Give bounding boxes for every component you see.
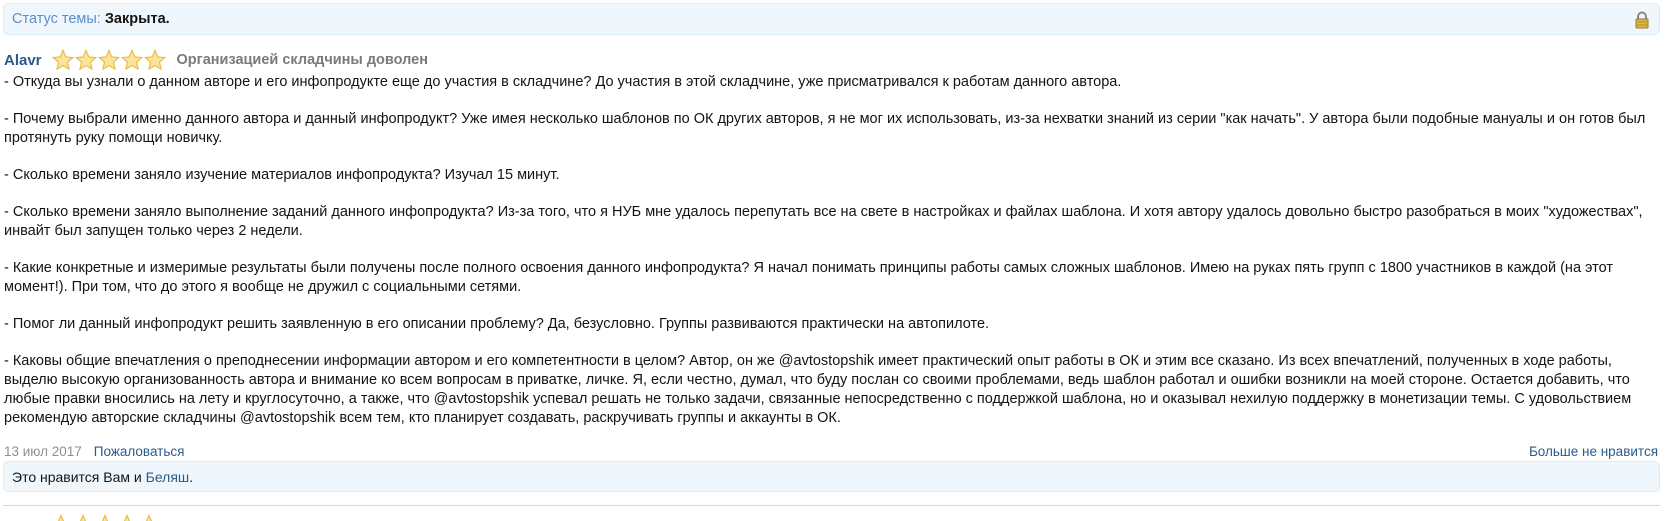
message-paragraph: - Почему выбрали именно данного автора и… bbox=[4, 111, 1646, 146]
post-date[interactable]: 13 июл 2017 bbox=[4, 444, 82, 459]
message-paragraph: - Сколько времени заняло изучение матери… bbox=[4, 167, 560, 183]
likes-summary: Это нравится Вам и Беляш. bbox=[3, 461, 1660, 492]
post-divider bbox=[3, 505, 1660, 506]
star-icon bbox=[74, 49, 97, 71]
star-icon bbox=[94, 514, 116, 521]
thread-status-label: Статус темы: bbox=[12, 11, 101, 27]
star-icon bbox=[97, 49, 120, 71]
next-post-stars-partial bbox=[50, 514, 160, 521]
post-message: - Откуда вы узнали о данном авторе и его… bbox=[4, 73, 1664, 428]
author-name-link[interactable]: Alavr bbox=[4, 52, 42, 69]
thread-status-bar: Статус темы: Закрыта. bbox=[3, 3, 1660, 35]
star-icon bbox=[116, 514, 138, 521]
unlike-link[interactable]: Больше не нравится bbox=[1529, 444, 1658, 459]
message-paragraph: - Каковы общие впечатления о преподнесен… bbox=[4, 353, 1632, 426]
post-header: Alavr Организацией складчины доволен bbox=[4, 47, 428, 73]
post-meta: 13 июл 2017 Пожаловаться Больше не нрави… bbox=[4, 442, 1658, 460]
lock-icon bbox=[1635, 11, 1649, 29]
message-paragraph: - Какие конкретные и измеримые результат… bbox=[4, 260, 1613, 295]
star-icon bbox=[50, 514, 72, 521]
likes-suffix: . bbox=[189, 468, 194, 485]
thread-status-value: Закрыта. bbox=[104, 11, 170, 27]
star-icon bbox=[51, 49, 74, 71]
report-link[interactable]: Пожаловаться bbox=[94, 444, 185, 459]
star-icon bbox=[120, 49, 143, 71]
message-paragraph: - Помог ли данный инфопродукт решить зая… bbox=[4, 316, 990, 332]
message-paragraph: - Откуда вы узнали о данном авторе и его… bbox=[4, 74, 1122, 90]
rating-label: Организацией складчины доволен bbox=[176, 52, 428, 68]
star-icon bbox=[72, 514, 94, 521]
star-icon bbox=[138, 514, 160, 521]
message-paragraph: - Сколько времени заняло выполнение зада… bbox=[4, 204, 1643, 239]
likes-prefix: Это нравится Вам и bbox=[12, 468, 146, 485]
likes-user-link[interactable]: Беляш bbox=[146, 469, 190, 485]
star-icon bbox=[143, 49, 166, 71]
rating-stars bbox=[51, 49, 167, 71]
